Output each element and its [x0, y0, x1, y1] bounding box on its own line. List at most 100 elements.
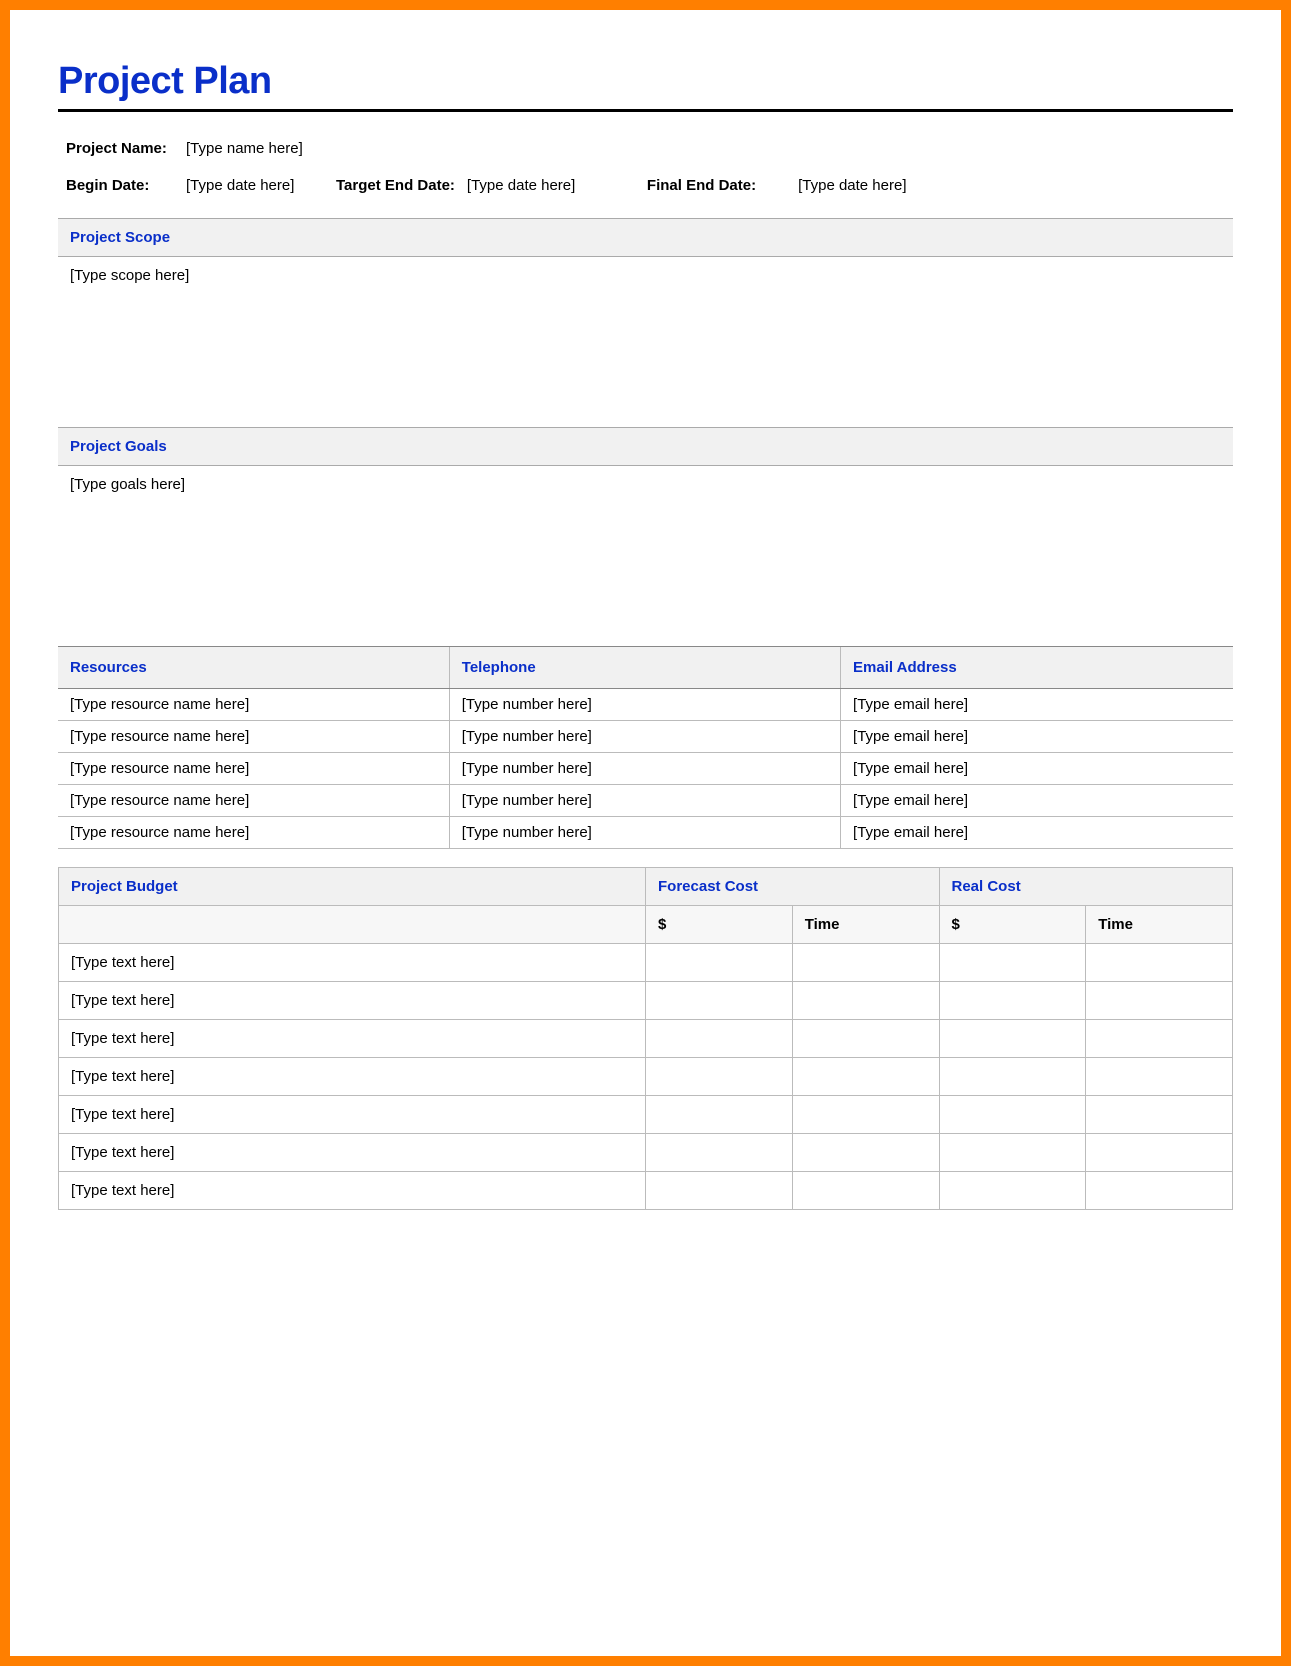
- email-col-header: Email Address: [841, 647, 1233, 689]
- resource-cell[interactable]: [Type resource name here]: [58, 785, 449, 817]
- real-time-cell[interactable]: [1086, 944, 1233, 982]
- project-name-label: Project Name:: [66, 140, 186, 157]
- forecast-dollar-cell[interactable]: [646, 1058, 793, 1096]
- begin-date-field[interactable]: [Type date here]: [186, 177, 336, 194]
- forecast-time-cell[interactable]: [792, 1058, 939, 1096]
- forecast-dollar-cell[interactable]: [646, 944, 793, 982]
- resources-table: Resources Telephone Email Address [Type …: [58, 646, 1233, 849]
- target-end-field[interactable]: [Type date here]: [467, 177, 617, 194]
- real-time-cell[interactable]: [1086, 1020, 1233, 1058]
- table-row: [Type resource name here][Type number he…: [58, 817, 1233, 849]
- forecast-dollar-cell[interactable]: [646, 982, 793, 1020]
- budget-item-cell[interactable]: [Type text here]: [59, 1020, 646, 1058]
- real-time-header: Time: [1086, 906, 1233, 944]
- email-cell[interactable]: [Type email here]: [841, 753, 1233, 785]
- begin-date-label: Begin Date:: [66, 177, 186, 194]
- scope-placeholder: [Type scope here]: [70, 267, 189, 284]
- telephone-cell[interactable]: [Type number here]: [449, 753, 840, 785]
- forecast-time-cell[interactable]: [792, 1096, 939, 1134]
- table-row: [Type resource name here][Type number he…: [58, 721, 1233, 753]
- real-dollar-cell[interactable]: [939, 1096, 1086, 1134]
- table-row: [Type text here]: [59, 1020, 1233, 1058]
- scope-body[interactable]: [Type scope here]: [58, 257, 1233, 427]
- real-dollar-cell[interactable]: [939, 1020, 1086, 1058]
- telephone-cell[interactable]: [Type number here]: [449, 817, 840, 849]
- email-cell[interactable]: [Type email here]: [841, 689, 1233, 721]
- project-name-field[interactable]: [Type name here]: [186, 140, 336, 157]
- real-dollar-cell[interactable]: [939, 1172, 1086, 1210]
- budget-heading: Project Budget: [59, 868, 646, 906]
- goals-heading: Project Goals: [70, 438, 167, 455]
- forecast-time-cell[interactable]: [792, 1134, 939, 1172]
- forecast-time-cell[interactable]: [792, 982, 939, 1020]
- spacer: [58, 849, 1233, 867]
- resources-header-row: Resources Telephone Email Address: [58, 647, 1233, 689]
- title-divider: [58, 109, 1233, 112]
- final-end-label: Final End Date:: [647, 177, 768, 194]
- table-row: [Type text here]: [59, 1172, 1233, 1210]
- forecast-time-cell[interactable]: [792, 1172, 939, 1210]
- forecast-time-cell[interactable]: [792, 1020, 939, 1058]
- project-meta: Project Name: [Type name here] Begin Dat…: [58, 130, 1233, 218]
- real-time-cell[interactable]: [1086, 1096, 1233, 1134]
- budget-item-cell[interactable]: [Type text here]: [59, 1096, 646, 1134]
- budget-item-cell[interactable]: [Type text here]: [59, 1134, 646, 1172]
- resources-col-header: Resources: [58, 647, 449, 689]
- real-time-cell[interactable]: [1086, 1058, 1233, 1096]
- forecast-time-cell[interactable]: [792, 944, 939, 982]
- real-dollar-header: $: [939, 906, 1086, 944]
- resource-cell[interactable]: [Type resource name here]: [58, 721, 449, 753]
- forecast-dollar-cell[interactable]: [646, 1134, 793, 1172]
- budget-body: [Type text here][Type text here][Type te…: [59, 944, 1233, 1210]
- final-end-field[interactable]: [Type date here]: [798, 177, 948, 194]
- table-row: [Type text here]: [59, 1134, 1233, 1172]
- real-time-cell[interactable]: [1086, 982, 1233, 1020]
- target-end-label: Target End Date:: [336, 177, 467, 194]
- forecast-time-header: Time: [792, 906, 939, 944]
- real-dollar-cell[interactable]: [939, 944, 1086, 982]
- budget-item-subheader: [59, 906, 646, 944]
- forecast-dollar-cell[interactable]: [646, 1020, 793, 1058]
- email-cell[interactable]: [Type email here]: [841, 817, 1233, 849]
- goals-header: Project Goals: [58, 427, 1233, 466]
- resource-cell[interactable]: [Type resource name here]: [58, 817, 449, 849]
- budget-item-cell[interactable]: [Type text here]: [59, 982, 646, 1020]
- resource-cell[interactable]: [Type resource name here]: [58, 753, 449, 785]
- meta-row-name: Project Name: [Type name here]: [66, 130, 1225, 167]
- real-time-cell[interactable]: [1086, 1134, 1233, 1172]
- telephone-cell[interactable]: [Type number here]: [449, 689, 840, 721]
- document-title: Project Plan: [58, 60, 1233, 103]
- telephone-cell[interactable]: [Type number here]: [449, 721, 840, 753]
- real-dollar-cell[interactable]: [939, 1058, 1086, 1096]
- forecast-dollar-cell[interactable]: [646, 1172, 793, 1210]
- telephone-col-header: Telephone: [449, 647, 840, 689]
- table-row: [Type resource name here][Type number he…: [58, 785, 1233, 817]
- forecast-dollar-cell[interactable]: [646, 1096, 793, 1134]
- real-heading: Real Cost: [939, 868, 1233, 906]
- table-row: [Type resource name here][Type number he…: [58, 689, 1233, 721]
- resources-body: [Type resource name here][Type number he…: [58, 689, 1233, 849]
- forecast-dollar-header: $: [646, 906, 793, 944]
- budget-table: Project Budget Forecast Cost Real Cost $…: [58, 867, 1233, 1210]
- budget-item-cell[interactable]: [Type text here]: [59, 1058, 646, 1096]
- document-page: Project Plan Project Name: [Type name he…: [10, 10, 1281, 1656]
- table-row: [Type text here]: [59, 944, 1233, 982]
- budget-item-cell[interactable]: [Type text here]: [59, 1172, 646, 1210]
- real-time-cell[interactable]: [1086, 1172, 1233, 1210]
- telephone-cell[interactable]: [Type number here]: [449, 785, 840, 817]
- resource-cell[interactable]: [Type resource name here]: [58, 689, 449, 721]
- email-cell[interactable]: [Type email here]: [841, 785, 1233, 817]
- table-row: [Type text here]: [59, 1096, 1233, 1134]
- table-row: [Type text here]: [59, 982, 1233, 1020]
- email-cell[interactable]: [Type email here]: [841, 721, 1233, 753]
- goals-body[interactable]: [Type goals here]: [58, 466, 1233, 636]
- real-dollar-cell[interactable]: [939, 1134, 1086, 1172]
- budget-item-cell[interactable]: [Type text here]: [59, 944, 646, 982]
- table-row: [Type text here]: [59, 1058, 1233, 1096]
- scope-heading: Project Scope: [70, 229, 170, 246]
- goals-placeholder: [Type goals here]: [70, 476, 185, 493]
- table-row: [Type resource name here][Type number he…: [58, 753, 1233, 785]
- real-dollar-cell[interactable]: [939, 982, 1086, 1020]
- scope-header: Project Scope: [58, 218, 1233, 257]
- budget-header-row-1: Project Budget Forecast Cost Real Cost: [59, 868, 1233, 906]
